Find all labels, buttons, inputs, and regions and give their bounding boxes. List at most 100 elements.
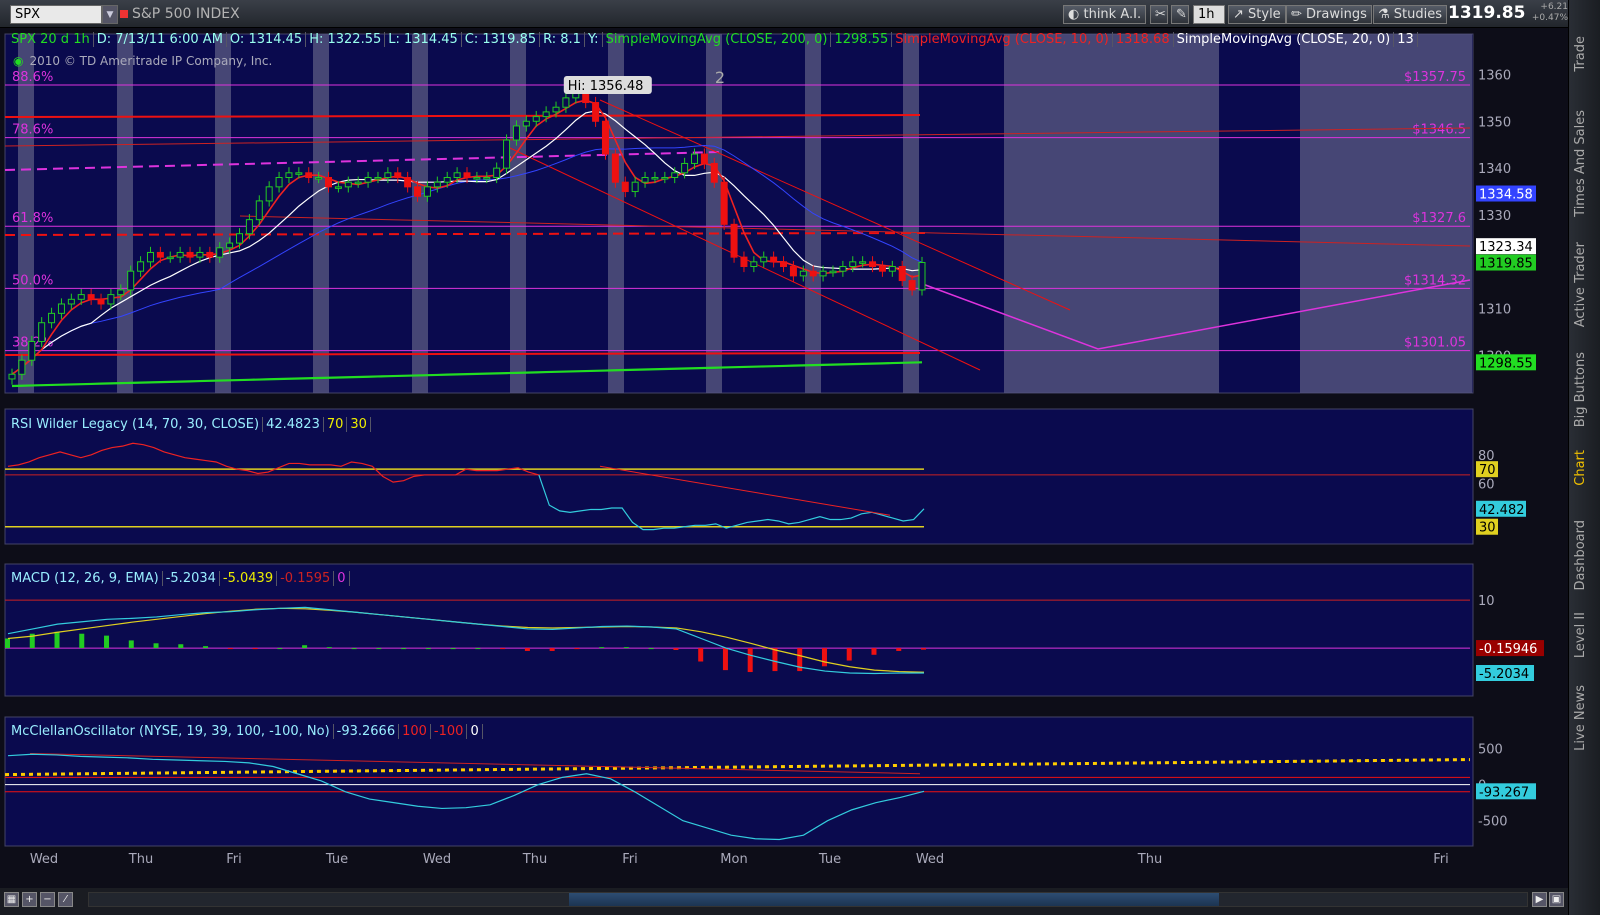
rsi-value-tag: 42.482: [1479, 503, 1525, 518]
drawings-icon: ✏: [1291, 7, 1307, 22]
think-ai-label: think A.I.: [1083, 7, 1142, 22]
header-range: R: 8.1: [540, 32, 585, 47]
toolbar: SPX ▼ S&P 500 INDEX ◐ think A.I. ✂ ✎ 1h …: [0, 0, 1568, 28]
candle-body: [631, 181, 639, 193]
tab-big-buttons[interactable]: Big Buttons: [1573, 352, 1588, 427]
candle-body: [414, 186, 422, 197]
macd-histogram-bar: [425, 648, 431, 650]
candle-body: [809, 270, 817, 277]
scroll-right-icon[interactable]: ▶: [1532, 892, 1547, 907]
candle-body: [750, 261, 758, 268]
candle-body: [394, 172, 402, 178]
rsi-overbought: 70: [323, 417, 348, 432]
header-symbol: SPX 20 d 1h: [8, 32, 94, 47]
candle-body: [325, 176, 333, 188]
macd-histogram-bar: [401, 648, 407, 650]
candle-body: [661, 176, 669, 180]
candle-body: [87, 294, 95, 300]
mcc-y-tick: 500: [1478, 742, 1503, 757]
candle-body: [18, 359, 26, 375]
candle-body: [97, 298, 105, 305]
pan-icon[interactable]: ⁄: [58, 892, 73, 907]
candle-body: [146, 251, 154, 263]
candle-body: [651, 176, 659, 180]
candle-body: [829, 270, 837, 274]
candle-body: [592, 102, 600, 122]
header-high: H: 1322.55: [306, 32, 386, 47]
macd-histogram-bar: [599, 647, 605, 649]
tab-dashboard[interactable]: Dashboard: [1573, 520, 1588, 591]
tab-level-ii[interactable]: Level II: [1573, 612, 1588, 658]
x-axis-label: Thu: [128, 852, 153, 867]
zoom-in-icon[interactable]: +: [22, 892, 37, 907]
macd-histogram-bar: [921, 648, 926, 650]
square-icon: [120, 10, 128, 18]
macd-zero: 0: [334, 571, 350, 586]
candle-body: [799, 270, 807, 277]
macd-label: MACD (12, 26, 9, EMA): [8, 571, 163, 586]
macd-histogram-bar: [376, 648, 382, 650]
drawings-label: Drawings: [1306, 7, 1367, 22]
rsi-oversold: 30: [347, 417, 371, 432]
candle-body: [562, 97, 570, 108]
candle-body: [423, 186, 431, 197]
pencil-icon[interactable]: ✎: [1171, 5, 1189, 24]
drawing-tool-icon[interactable]: ✂: [1150, 5, 1168, 24]
macd-histogram-bar: [747, 648, 753, 673]
style-icon: ↗: [1233, 7, 1249, 22]
sma200-value: 1298.55: [831, 32, 893, 47]
zoom-out-icon[interactable]: −: [40, 892, 55, 907]
candle-body: [671, 172, 679, 178]
fib-price-label: $1346.5: [1412, 123, 1466, 138]
macd-histogram-bar: [203, 646, 209, 649]
candle-body: [532, 116, 540, 122]
horizontal-scrollbar[interactable]: [88, 892, 1528, 907]
last-price: 1319.85: [1448, 3, 1526, 23]
x-axis-label: Wed: [30, 852, 58, 867]
tab-times-and-sales[interactable]: Times And Sales: [1573, 110, 1588, 217]
tab-active-trader[interactable]: Active Trader: [1573, 242, 1588, 327]
expand-icon[interactable]: ▣: [1549, 892, 1564, 907]
fib-pct-label: 61.8%: [12, 211, 53, 226]
tab-trade[interactable]: Trade: [1573, 36, 1588, 72]
macd-value: -5.2034: [162, 571, 220, 586]
macd-histogram-bar: [252, 648, 258, 650]
interval-button[interactable]: 1h: [1193, 5, 1225, 24]
header-close: C: 1319.85: [461, 32, 541, 47]
tab-chart[interactable]: Chart: [1573, 450, 1588, 486]
macd-histogram-bar: [673, 648, 679, 650]
macd-histogram-bar: [698, 648, 704, 662]
symbol-input[interactable]: SPX: [10, 5, 102, 24]
macd-histogram-bar: [722, 648, 728, 671]
think-ai-button[interactable]: ◐ think A.I.: [1063, 5, 1147, 24]
candle-body: [542, 111, 550, 118]
candle-body: [700, 153, 708, 164]
tab-live-news[interactable]: Live News: [1573, 685, 1588, 751]
candle-body: [839, 266, 847, 272]
style-button[interactable]: ↗ Style: [1228, 5, 1286, 24]
macd-histogram-bar: [574, 648, 580, 650]
hi-label: Hi: 1356.48: [568, 79, 644, 94]
rsi-y-tick: 60: [1478, 478, 1495, 493]
rsi-70-tag: 70: [1479, 463, 1496, 478]
candle-body: [898, 266, 906, 282]
candle-body: [908, 280, 916, 291]
grid-icon[interactable]: ▦: [4, 892, 19, 907]
mcc-value: -93.2666: [333, 724, 400, 739]
drawings-button[interactable]: ✏ Drawings: [1286, 5, 1372, 24]
candle-body: [334, 186, 342, 189]
studies-button[interactable]: ⚗ Studies: [1373, 5, 1448, 24]
chart-area[interactable]: 130013101320133013401350136088.6%$1357.7…: [0, 28, 1568, 888]
price-change: +6.21 +0.47%: [1528, 2, 1568, 24]
macd-histogram-bar: [351, 648, 357, 650]
macd-value-tag: -5.2034: [1479, 667, 1529, 682]
candle-body: [245, 219, 253, 235]
symbol-dropdown-icon[interactable]: ▼: [102, 5, 118, 24]
x-axis-label: Wed: [916, 852, 944, 867]
macd-hist: -0.1595: [277, 571, 335, 586]
x-axis-label: Fri: [226, 852, 242, 867]
symbol-name: S&P 500 INDEX: [132, 6, 240, 22]
candle-body: [512, 125, 520, 141]
candle-body: [552, 106, 560, 113]
scroll-thumb[interactable]: [569, 893, 1219, 906]
